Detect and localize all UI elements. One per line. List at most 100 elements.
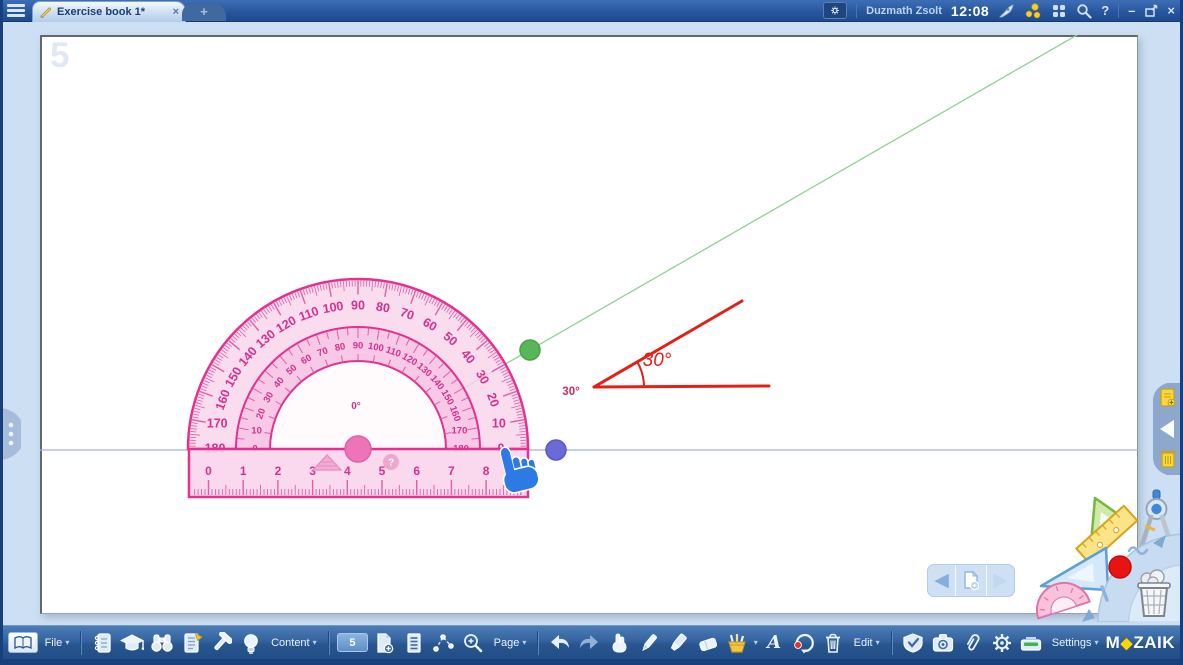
triangle-ruler-tool-icon[interactable] xyxy=(1041,548,1108,590)
add-page-icon[interactable] xyxy=(371,629,398,656)
svg-text:170: 170 xyxy=(207,416,228,430)
main-menu-icon[interactable] xyxy=(4,2,28,20)
pen-tool-icon[interactable] xyxy=(635,629,662,656)
attachment-clip-icon[interactable] xyxy=(959,629,986,656)
animation-path-icon[interactable] xyxy=(430,629,457,656)
right-panel-tab xyxy=(1149,383,1183,475)
chevron-down-icon: ▾ xyxy=(65,638,69,647)
prev-page-button[interactable]: ◀ xyxy=(928,565,955,596)
restore-window-icon[interactable] xyxy=(1144,4,1158,18)
search-icon[interactable] xyxy=(1076,3,1092,19)
zoom-in-icon[interactable] xyxy=(460,629,487,656)
mozabook-window: Exercise book 1* × + Duzmath Zsolt 12:08 xyxy=(0,0,1183,665)
red-angle-drawing: 30° xyxy=(594,301,769,387)
bottom-toolbar: File ▾ xyxy=(0,625,1183,659)
rotate-object-icon[interactable] xyxy=(790,629,817,656)
chevron-down-icon[interactable]: ▾ xyxy=(754,638,758,647)
page-menu[interactable]: Page ▾ xyxy=(490,637,531,649)
svg-text:8: 8 xyxy=(483,464,490,478)
purple-point[interactable] xyxy=(546,440,566,460)
tab-title: Exercise book 1* xyxy=(57,6,145,18)
svg-text:80: 80 xyxy=(334,341,346,354)
undo-icon[interactable] xyxy=(546,629,573,656)
svg-text:7: 7 xyxy=(448,464,455,478)
svg-text:6: 6 xyxy=(413,464,420,478)
help-button[interactable]: ? xyxy=(1101,3,1109,18)
highlighter-tool-icon[interactable] xyxy=(665,629,692,656)
text-tool[interactable]: A xyxy=(761,629,788,656)
chevron-down-icon: ▾ xyxy=(313,638,317,647)
svg-text:3: 3 xyxy=(309,464,316,478)
next-page-button[interactable]: ▶ xyxy=(986,565,1014,596)
protractor-help-icon[interactable]: ? xyxy=(383,454,399,470)
redo-icon[interactable] xyxy=(576,629,603,656)
camera-snapshot-icon[interactable] xyxy=(929,629,956,656)
page-number-field[interactable]: 5 xyxy=(337,633,369,652)
file-menu[interactable]: File ▾ xyxy=(41,637,74,649)
pen-cup-icon[interactable] xyxy=(724,629,751,656)
open-book-icon[interactable] xyxy=(8,632,38,653)
svg-text:0: 0 xyxy=(205,464,212,478)
tab-close-icon[interactable]: × xyxy=(173,6,179,18)
document-edit-icon[interactable] xyxy=(178,629,205,656)
left-panel-handle[interactable] xyxy=(3,408,21,460)
settings-menu[interactable]: Settings ▾ xyxy=(1048,637,1103,649)
svg-text:90: 90 xyxy=(353,341,364,352)
sync-settings-icon[interactable] xyxy=(823,2,847,19)
binoculars-icon[interactable] xyxy=(149,629,176,656)
page-nav-buttons: ◀ ▶ xyxy=(927,564,1015,597)
rocket-icon[interactable] xyxy=(998,3,1015,19)
svg-text:170: 170 xyxy=(452,426,468,437)
clock: 12:08 xyxy=(951,3,989,19)
color-dot-red[interactable] xyxy=(1109,556,1131,578)
hand-tool-icon[interactable] xyxy=(606,629,633,656)
edit-menu[interactable]: Edit ▾ xyxy=(850,637,884,649)
page-plus-icon xyxy=(962,571,980,591)
svg-text:2: 2 xyxy=(275,464,282,478)
diamond-icon: ◆ xyxy=(1121,634,1133,652)
protractor-angle-readout: 30° xyxy=(562,386,580,398)
gear-icon xyxy=(830,4,840,17)
svg-text:0°: 0° xyxy=(351,401,361,412)
eraser-tool-icon[interactable] xyxy=(695,629,722,656)
delete-trash-icon[interactable] xyxy=(820,629,847,656)
svg-text:?: ? xyxy=(388,458,394,469)
trash-side-icon[interactable] xyxy=(1161,452,1176,467)
new-tab-button[interactable]: + xyxy=(182,4,226,21)
svg-text:90: 90 xyxy=(351,298,365,312)
green-point[interactable] xyxy=(520,340,540,360)
chevron-down-icon: ▾ xyxy=(876,638,880,647)
lightbulb-icon[interactable] xyxy=(237,629,264,656)
center-point[interactable] xyxy=(345,436,371,462)
svg-text:10: 10 xyxy=(251,426,262,437)
cashbox-icon[interactable] xyxy=(1018,629,1045,656)
page-sorter-icon[interactable] xyxy=(401,629,428,656)
mozaik-logo[interactable]: M◆ZAIK xyxy=(1106,633,1175,653)
wheel-arrow-down-icon[interactable] xyxy=(1082,609,1095,622)
title-bar: Exercise book 1* × + Duzmath Zsolt 12:08 xyxy=(0,0,1183,22)
homework-check-icon[interactable] xyxy=(900,629,927,656)
tab-exercise-book[interactable]: Exercise book 1* × xyxy=(32,1,186,22)
tool-wheel xyxy=(1033,486,1183,622)
protractor-tool[interactable]: 1801701601501401301201101009080706050403… xyxy=(188,279,528,497)
minimize-button[interactable]: – xyxy=(1128,3,1135,18)
svg-text:10: 10 xyxy=(492,416,506,430)
add-page-button[interactable] xyxy=(955,565,986,596)
content-menu[interactable]: Content ▾ xyxy=(267,637,321,649)
user-name: Duzmath Zsolt xyxy=(866,5,942,17)
svg-text:1: 1 xyxy=(240,464,247,478)
pencil-icon xyxy=(39,5,53,19)
svg-text:4: 4 xyxy=(344,464,351,478)
graduation-cap-icon[interactable] xyxy=(119,629,146,656)
drawing-layer[interactable]: 1801701601501401301201101009080706050403… xyxy=(40,35,1138,614)
close-window-button[interactable]: × xyxy=(1167,3,1175,18)
chevron-down-icon: ▾ xyxy=(522,638,526,647)
tools-hammer-icon[interactable] xyxy=(208,629,235,656)
chevron-down-icon: ▾ xyxy=(1095,638,1099,647)
notebook-icon[interactable] xyxy=(89,629,116,656)
settings-gear-icon[interactable] xyxy=(989,629,1016,656)
window-bottom-border xyxy=(0,659,1183,665)
apps-grid-icon[interactable] xyxy=(1051,3,1067,19)
add-page-side-icon[interactable] xyxy=(1161,389,1175,406)
mozaik-molecule-icon[interactable] xyxy=(1024,3,1042,19)
